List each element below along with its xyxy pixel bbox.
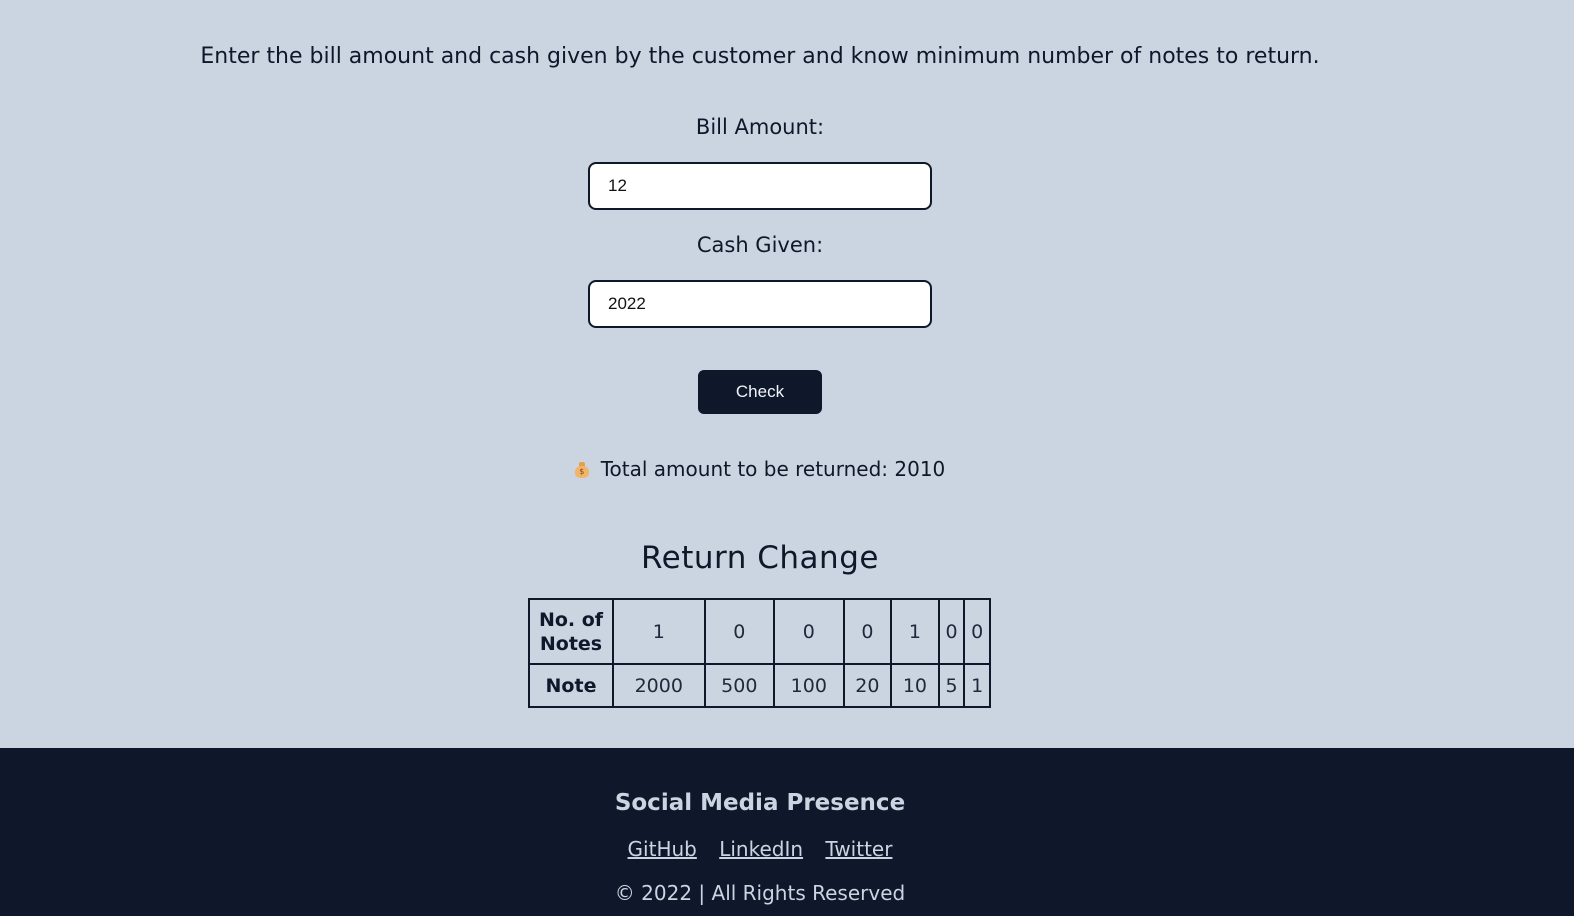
note-denomination-cell: 100 [773, 663, 845, 708]
copyright-text: © 2022 | All Rights Reserved [614, 881, 906, 905]
note-denomination-cell: 10 [890, 663, 940, 708]
note-count-cell: 1 [612, 597, 706, 666]
note-denomination-cell: 20 [842, 663, 893, 708]
note-count-cell: 0 [963, 597, 991, 666]
result-text: Total amount to be returned: 2010 [600, 457, 946, 481]
cash-given-label: Cash Given: [696, 233, 824, 257]
moneybag-icon: $ [574, 462, 589, 478]
note-denomination-cell: 5 [937, 663, 966, 708]
note-count-cell: 0 [842, 597, 893, 666]
twitter-link[interactable]: Twitter [825, 837, 892, 861]
footer: Social Media Presence GitHub LinkedIn Tw… [0, 748, 1574, 916]
instructions-text: Enter the bill amount and cash given by … [200, 44, 1320, 69]
linkedin-link[interactable]: LinkedIn [719, 837, 803, 861]
bill-amount-input[interactable] [588, 162, 932, 210]
note-denomination-cell: 2000 [612, 663, 706, 708]
return-change-table: No. of Notes 1 0 0 0 1 0 0 Note 2000 500… [528, 597, 991, 708]
note-count-cell: 0 [937, 597, 966, 666]
footer-title: Social Media Presence [614, 790, 906, 816]
cash-given-input[interactable] [588, 280, 932, 328]
note-count-cell: 1 [890, 597, 940, 666]
github-link[interactable]: GitHub [628, 837, 697, 861]
bill-amount-label: Bill Amount: [695, 115, 825, 139]
result-message: $ Total amount to be returned: 2010 [0, 454, 1520, 484]
return-change-heading: Return Change [641, 540, 879, 576]
note-denomination-row: Note 2000 500 100 20 10 5 1 [528, 663, 991, 708]
note-denomination-cell: 1 [963, 663, 991, 708]
check-button[interactable]: Check [698, 370, 822, 414]
note-count-cell: 0 [773, 597, 845, 666]
note-header: Note [528, 663, 614, 708]
main-content: Enter the bill amount and cash given by … [0, 0, 1520, 752]
note-count-header: No. of Notes [528, 597, 614, 666]
note-count-cell: 0 [703, 597, 776, 666]
note-count-row: No. of Notes 1 0 0 0 1 0 0 [528, 597, 991, 666]
note-denomination-cell: 500 [703, 663, 776, 708]
footer-content: Social Media Presence GitHub LinkedIn Tw… [0, 748, 1520, 916]
social-links: GitHub LinkedIn Twitter [0, 834, 1520, 864]
